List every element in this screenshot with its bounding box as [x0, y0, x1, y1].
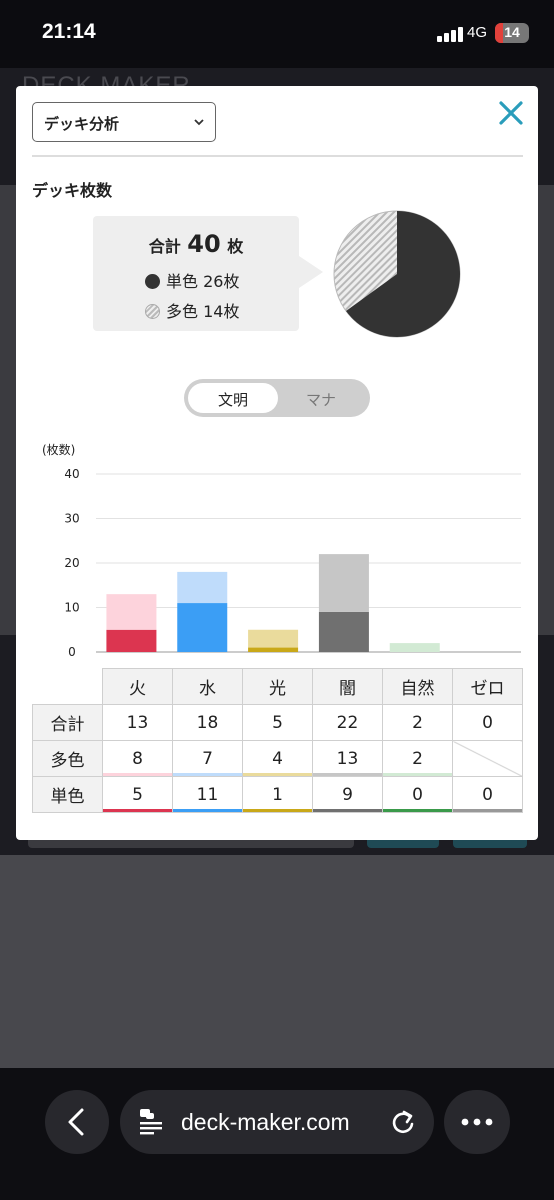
back-button[interactable]	[45, 1090, 109, 1154]
battery-level: 14	[504, 24, 520, 40]
table-row: 合計 13 18 5 22 2 0	[32, 704, 523, 741]
address-bar[interactable]: deck-maker.com	[120, 1090, 434, 1154]
y-tick-label: 40	[64, 467, 79, 481]
row-header: 合計	[32, 704, 103, 741]
network-type: 4G	[467, 24, 488, 41]
bar-multi	[177, 571, 228, 604]
status-bar: 21:14 4G 14	[0, 0, 554, 68]
bar-mono	[318, 611, 369, 652]
toggle-civilization[interactable]: 文明	[188, 389, 278, 410]
clock: 21:14	[42, 20, 96, 43]
deck-analysis-modal: デッキ分析 デッキ枚数 合計 40 枚 単色 26枚 多色 14枚 文明 マナ …	[16, 86, 538, 840]
table-cell-empty	[452, 740, 523, 777]
total-label: 合計	[148, 237, 181, 256]
civilization-bar-chart: (枚数) 0 10 20 30 40	[42, 442, 521, 656]
table-cell: 18	[172, 704, 243, 741]
y-tick-label: 0	[68, 645, 76, 656]
column-header: ゼロ	[452, 668, 523, 705]
table-row: 単色 5 11 1 9 0 0	[32, 776, 523, 813]
table-corner	[32, 668, 103, 705]
section-title: デッキ枚数	[32, 181, 113, 200]
table-header-row: 火 水 光 闇 自然 ゼロ	[32, 668, 523, 705]
table-cell: 5	[242, 704, 313, 741]
table-cell: 0	[382, 776, 453, 813]
legend-multi: 多色 14枚	[145, 298, 239, 322]
column-header: 闇	[312, 668, 383, 705]
background-lower	[0, 855, 554, 1070]
mono-dot-icon	[145, 274, 160, 289]
page-menu-icon[interactable]	[137, 1107, 167, 1137]
table-cell: 13	[312, 740, 383, 777]
table-cell: 5	[102, 776, 173, 813]
bar-multi	[106, 594, 157, 630]
y-tick-label: 30	[64, 512, 79, 526]
chevron-left-icon	[68, 1108, 84, 1136]
browser-toolbar: deck-maker.com	[0, 1068, 554, 1200]
deck-count-summary: 合計 40 枚 単色 26枚 多色 14枚	[93, 216, 299, 331]
bar-multi	[318, 554, 369, 612]
bar-mono	[106, 629, 157, 652]
view-select-value: デッキ分析	[44, 115, 120, 133]
url-text: deck-maker.com	[181, 1109, 350, 1135]
table-cell: 8	[102, 740, 173, 777]
column-header: 水	[172, 668, 243, 705]
column-header: 火	[102, 668, 173, 705]
more-button[interactable]	[444, 1090, 510, 1154]
reload-icon[interactable]	[388, 1107, 418, 1137]
table-cell: 9	[312, 776, 383, 813]
y-tick-label: 20	[64, 556, 79, 570]
mono-label: 単色 26枚	[166, 272, 240, 291]
multi-dot-icon	[145, 304, 160, 319]
battery-icon: 14	[495, 23, 529, 43]
total-value: 40	[187, 230, 221, 258]
chevron-down-icon	[194, 119, 204, 126]
row-header: 多色	[32, 740, 103, 777]
view-select[interactable]: デッキ分析	[32, 102, 216, 142]
total-count: 合計 40 枚	[93, 230, 299, 258]
more-dots-icon	[461, 1118, 493, 1126]
table-cell: 11	[172, 776, 243, 813]
table-cell: 2	[382, 704, 453, 741]
table-cell: 2	[382, 740, 453, 777]
close-icon[interactable]	[498, 100, 524, 126]
table-cell: 13	[102, 704, 173, 741]
bar-multi	[248, 629, 299, 648]
table-cell: 1	[242, 776, 313, 813]
civ-mana-toggle[interactable]: 文明 マナ	[184, 379, 370, 417]
deck-pie-chart	[333, 210, 461, 338]
table-row: 多色 8 7 4 13 2	[32, 740, 523, 777]
row-header: 単色	[32, 776, 103, 813]
table-cell: 0	[452, 776, 523, 813]
column-header: 光	[242, 668, 313, 705]
signal-icon	[437, 26, 463, 42]
toggle-mana[interactable]: マナ	[276, 389, 366, 410]
y-axis-label: (枚数)	[42, 442, 75, 457]
table-cell: 7	[172, 740, 243, 777]
table-cell: 0	[452, 704, 523, 741]
total-unit: 枚	[227, 237, 244, 256]
summary-pointer	[299, 256, 323, 288]
bar-mono	[248, 647, 299, 652]
bar-mono	[177, 603, 228, 652]
civilization-table: 火 水 光 闇 自然 ゼロ 合計 13 18 5 22 2 0 多色 8 7 4…	[32, 668, 523, 813]
column-header: 自然	[382, 668, 453, 705]
divider	[32, 155, 523, 157]
bar-multi	[389, 643, 440, 652]
legend-mono: 単色 26枚	[145, 268, 239, 292]
multi-label: 多色 14枚	[166, 302, 240, 321]
y-tick-label: 10	[64, 601, 79, 615]
table-cell: 4	[242, 740, 313, 777]
table-cell: 22	[312, 704, 383, 741]
